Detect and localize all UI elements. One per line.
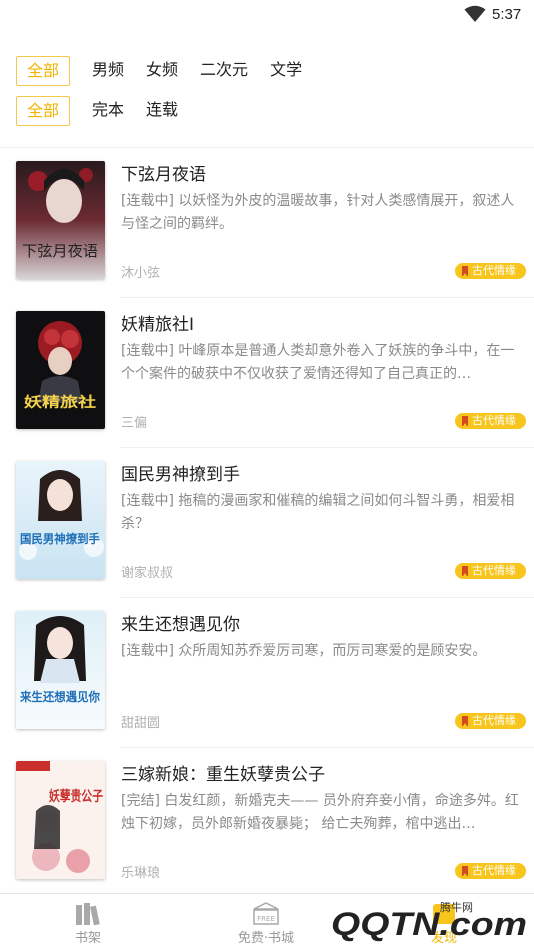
filter-category-male[interactable]: 男频 [92, 56, 124, 86]
tab-label: 书架 [74, 931, 101, 946]
book-cover-title: 来生还想遇见你 [19, 689, 100, 704]
book-title[interactable]: 三嫁新娘：重生妖孽贵公子 [121, 760, 325, 785]
book-cover[interactable]: 妖精旅社 [16, 311, 105, 429]
book-author: 乐琳琅 [121, 866, 161, 881]
book-tag: 古代情缘 [455, 563, 526, 579]
book-author: 甜甜圆 [121, 716, 161, 731]
book-cover-title: 妖精旅社 [24, 394, 96, 411]
filter-category-literature[interactable]: 文学 [270, 56, 302, 86]
book-description: [连载中] 以妖怪为外皮的温暖故事，针对人类感情展开，叙述人与怪之间的羁绊。 [121, 193, 515, 232]
book-author: 三偏 [121, 416, 148, 431]
book-description: [连载中] 拖稿的漫画家和催稿的编辑之间如何斗智斗勇，相爱相杀？ [121, 493, 515, 532]
free-bookstore-icon: FREE [253, 902, 279, 925]
book-list: 下弦月夜语 下弦月夜语 [连载中] 以妖怪为外皮的温暖故事，针对人类感情展开，叙… [0, 148, 534, 898]
filter-status-complete[interactable]: 完本 [92, 96, 124, 126]
bookmark-icon [462, 416, 468, 426]
bookshelf-icon [76, 903, 100, 926]
filter-category-all[interactable]: 全部 [16, 56, 71, 86]
book-tag-label: 古代情缘 [472, 864, 516, 877]
book-item[interactable]: 妖精旅社 妖精旅社I [连载中] 叶峰原本是普通人类却意外卷入了妖族的争斗中，在… [0, 298, 534, 448]
filter-category-acg[interactable]: 二次元 [200, 56, 248, 86]
book-item[interactable]: 来生还想遇见你 来生还想遇见你 [连载中] 众所周知苏乔爱厉司寒，而厉司寒爱的是… [0, 598, 534, 748]
tab-label: 免费·书城 [237, 931, 295, 946]
book-tag-label: 古代情缘 [472, 414, 516, 427]
tab-label: 发现 [430, 931, 457, 946]
book-description: [完结] 白发红颜，新婚克夫—— 员外府弃妾小倩，命途多舛。红烛下初嫁，员外郎新… [121, 793, 519, 832]
book-tag-label: 古代情缘 [472, 564, 516, 577]
book-cover[interactable]: 妖孽贵公子 [16, 761, 105, 879]
tab-free-bookstore[interactable]: FREE 免费·书城 [206, 894, 326, 949]
book-author: 沐小弦 [121, 266, 161, 281]
book-tag: 古代情缘 [455, 863, 526, 879]
tab-bookshelf[interactable]: 书架 [28, 894, 148, 949]
filter-status-serial[interactable]: 连载 [146, 96, 178, 126]
svg-text:FREE: FREE [257, 915, 275, 923]
watermark-brand: 腾牛网 [440, 901, 473, 914]
book-tag: 古代情缘 [455, 713, 526, 729]
bookmark-icon [462, 716, 468, 726]
book-description: [连载中] 叶峰原本是普通人类却意外卷入了妖族的争斗中，在一个个案件的破获中不仅… [121, 343, 515, 382]
book-item[interactable]: 国民男神撩到手 国民男神撩到手 [连载中] 拖稿的漫画家和催稿的编辑之间如何斗智… [0, 448, 534, 598]
book-tag-label: 古代情缘 [472, 264, 516, 277]
book-cover-title: 妖孽贵公子 [49, 788, 103, 805]
filter-status-all[interactable]: 全部 [16, 96, 71, 126]
book-cover[interactable]: 国民男神撩到手 [16, 461, 105, 579]
book-author: 谢家叔叔 [121, 566, 174, 581]
category-filter: 全部 男频 女频 二次元 文学 [16, 56, 324, 86]
book-tag: 古代情缘 [455, 263, 526, 279]
book-item[interactable]: 下弦月夜语 下弦月夜语 [连载中] 以妖怪为外皮的温暖故事，针对人类感情展开，叙… [0, 148, 534, 298]
book-cover[interactable]: 来生还想遇见你 [16, 611, 105, 729]
book-tag: 古代情缘 [455, 413, 526, 429]
status-bar: 5:37 [0, 0, 534, 30]
book-cover[interactable]: 下弦月夜语 [16, 161, 105, 279]
book-title[interactable]: 下弦月夜语 [121, 160, 206, 185]
book-cover-title: 国民男神撩到手 [20, 531, 100, 546]
status-filter: 全部 完本 连载 [16, 96, 200, 126]
wifi-icon [464, 5, 486, 22]
bookmark-icon [462, 566, 468, 576]
bookmark-icon [462, 866, 468, 876]
filter-category-female[interactable]: 女频 [146, 56, 178, 86]
book-item[interactable]: 妖孽贵公子 三嫁新娘：重生妖孽贵公子 [完结] 白发红颜，新婚克夫—— 员外府弃… [0, 748, 534, 898]
book-title[interactable]: 国民男神撩到手 [121, 460, 240, 485]
book-title[interactable]: 来生还想遇见你 [121, 610, 240, 635]
book-cover-title: 下弦月夜语 [22, 242, 98, 260]
book-title[interactable]: 妖精旅社I [121, 310, 194, 335]
bookmark-icon [462, 266, 468, 276]
book-tag-label: 古代情缘 [472, 714, 516, 727]
status-time: 5:37 [492, 6, 522, 23]
book-description: [连载中] 众所周知苏乔爱厉司寒，而厉司寒爱的是顾安安。 [121, 643, 487, 659]
